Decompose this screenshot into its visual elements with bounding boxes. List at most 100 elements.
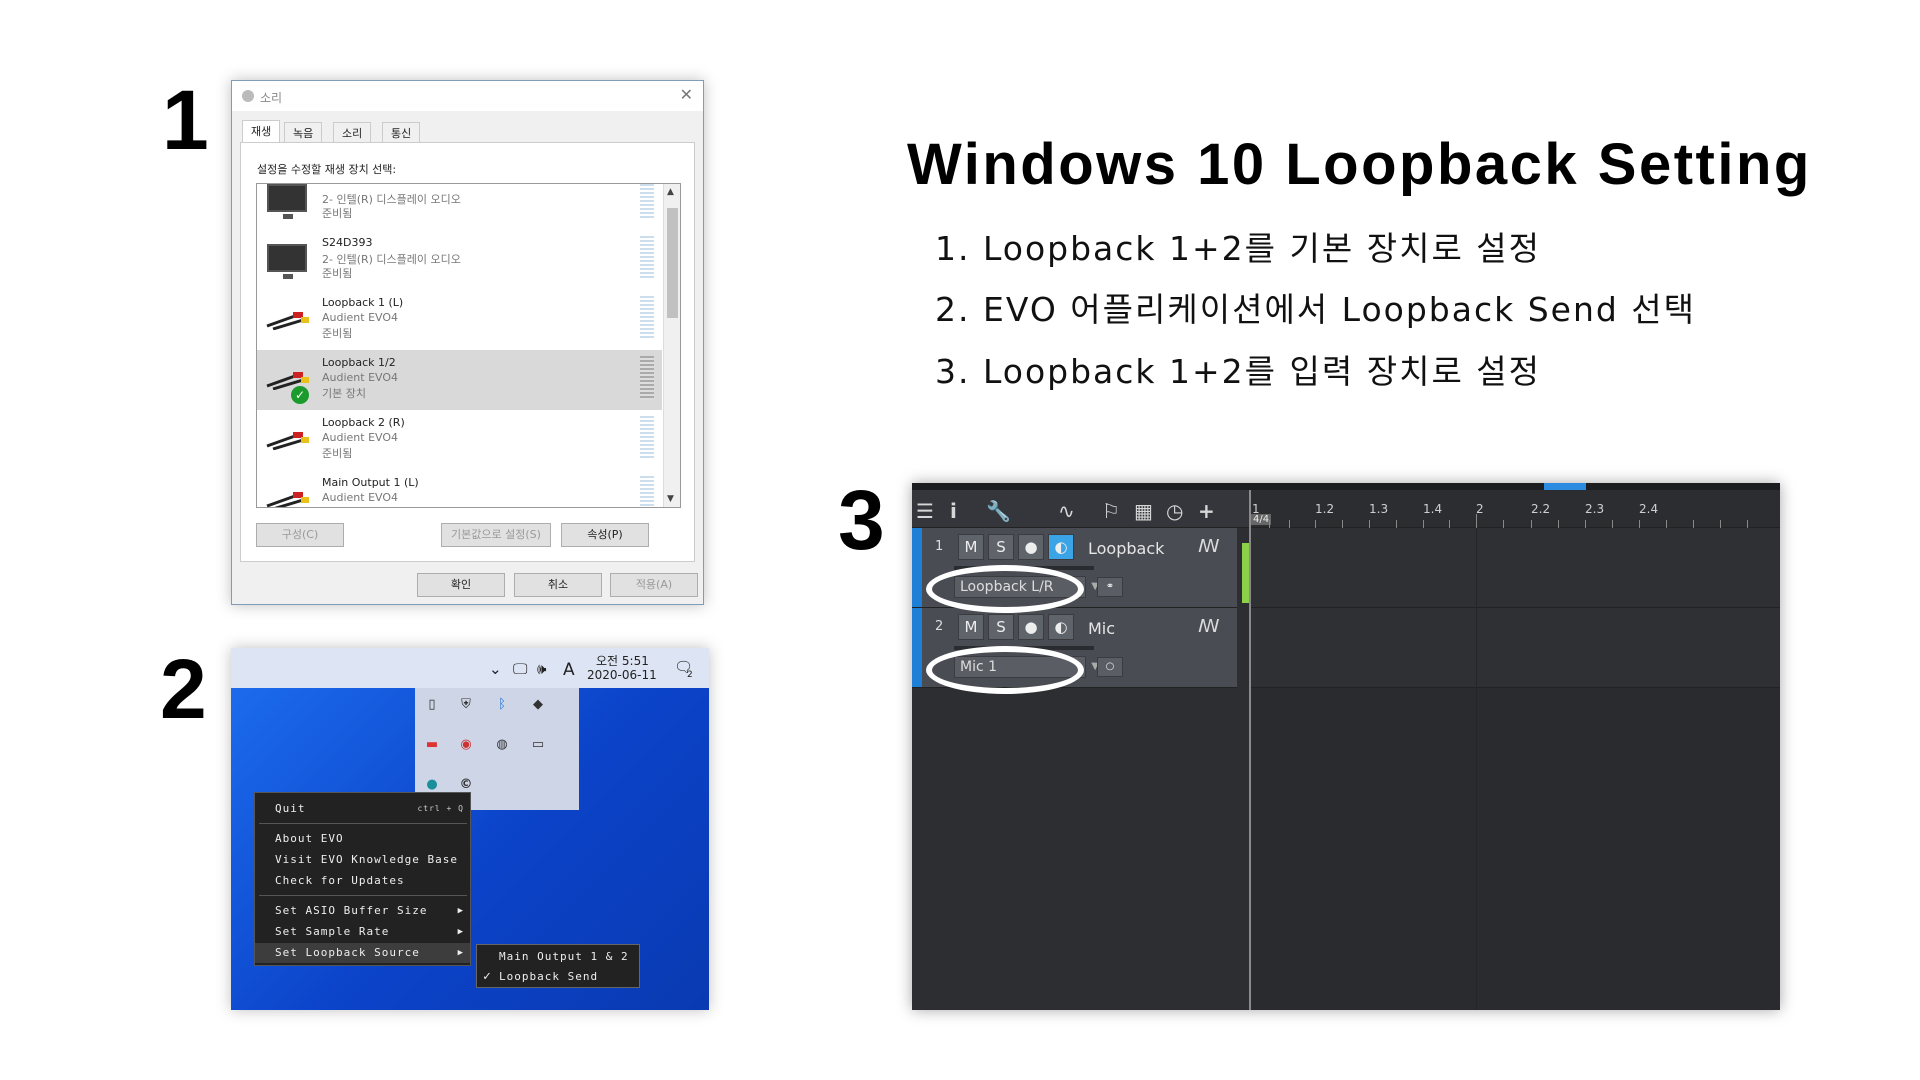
device-item[interactable]: Loopback 2 (R) Audient EVO4 준비됨 — [257, 410, 662, 470]
chevron-up-icon[interactable]: ⌄ — [489, 660, 502, 678]
scroll-down-icon[interactable]: ▼ — [667, 494, 674, 504]
tab-recording[interactable]: 녹음 — [284, 122, 323, 142]
network-icon[interactable]: 🖵 — [513, 660, 527, 678]
device-item[interactable]: Main Output 1 (L) Audient EVO4 — [257, 470, 662, 507]
menu-item-knowledge-base[interactable]: Visit EVO Knowledge Base — [255, 850, 470, 870]
menu-item-loopback-source[interactable]: Set Loopback Source ▶ — [255, 943, 470, 963]
step-text-1: 1. Loopback 1+2를 기본 장치로 설정 — [935, 229, 1542, 268]
taskbar: ⌄ 🖵 🕪 A 오전 5:51 2020-06-11 🗨 2 — [231, 648, 709, 688]
menu-item-label: Loopback Send — [499, 970, 599, 983]
stereo-toggle-icon[interactable]: ⚭ — [1097, 577, 1123, 597]
apply-button[interactable]: 적용(A) — [610, 573, 698, 597]
track-name[interactable]: Mic — [1088, 619, 1115, 638]
disc-icon[interactable]: ◍ — [493, 736, 511, 754]
menu-item-asio-buffer[interactable]: Set ASIO Buffer Size ▶ — [255, 901, 470, 921]
ruler-label: 1.3 — [1369, 502, 1389, 516]
device-status: 준비됨 — [322, 447, 353, 460]
add-track-icon[interactable]: + — [1198, 499, 1215, 523]
flag-icon[interactable]: ▬ — [423, 736, 441, 754]
ruler-label: 2 — [1476, 502, 1484, 516]
marker-icon[interactable]: ⚐ — [1102, 499, 1120, 523]
properties-button[interactable]: 속성(P) — [561, 523, 649, 547]
step-number-3: 3 — [838, 473, 885, 567]
submenu-arrow-icon: ▶ — [457, 948, 464, 958]
record-arm-icon[interactable]: ● — [1018, 534, 1044, 560]
shield-icon[interactable]: ⛨ — [457, 696, 475, 714]
ime-indicator[interactable]: A — [563, 660, 575, 680]
wrench-icon[interactable]: 🔧 — [986, 499, 1011, 523]
windows-desktop: ⌄ 🖵 🕪 A 오전 5:51 2020-06-11 🗨 2 ▯ ⛨ ᛒ ◆ ▬… — [231, 648, 709, 1010]
cancel-button[interactable]: 취소 — [514, 573, 602, 597]
monitor-icon[interactable]: ◐ — [1048, 614, 1074, 640]
track-number: 1 — [935, 539, 944, 554]
mono-toggle-icon[interactable]: ○ — [1097, 657, 1123, 677]
track-name[interactable]: Loopback — [1088, 539, 1164, 558]
tab-communications[interactable]: 통신 — [382, 122, 421, 142]
chat-icon[interactable]: ▭ — [529, 736, 547, 754]
menu-item-quit[interactable]: Quit ctrl + Q — [255, 799, 470, 819]
submenu-item-loopback-send[interactable]: ✓ Loopback Send — [477, 967, 639, 987]
mute-button[interactable]: M — [958, 614, 984, 640]
daw-window: ☰ i 🔧 ∿ ⚐ ▦ ◷ + 1 1.2 1.3 1.4 2 2.2 2.3 … — [912, 483, 1780, 1010]
device-driver: Audient EVO4 — [322, 491, 399, 504]
menu-divider — [259, 823, 467, 824]
level-meter — [640, 416, 654, 460]
arrangement-area[interactable] — [1249, 528, 1780, 1010]
menu-divider — [259, 895, 467, 896]
grid-icon[interactable]: ▦ — [1134, 499, 1153, 523]
device-driver: Audient EVO4 — [322, 311, 399, 324]
menu-item-label: Set Sample Rate — [275, 925, 390, 938]
ok-button[interactable]: 확인 — [417, 573, 505, 597]
ruler-label: 2.4 — [1639, 502, 1659, 516]
device-item[interactable]: 2- 인텔(R) 디스플레이 오디오 준비됨 — [257, 184, 662, 230]
automation-icon[interactable]: ∿ — [1058, 499, 1075, 523]
device-status: 기본 장치 — [322, 387, 366, 400]
device-name: Loopback 1 (L) — [322, 296, 404, 309]
solo-button[interactable]: S — [988, 614, 1014, 640]
track-lane-1[interactable] — [1249, 528, 1780, 608]
record-arm-icon[interactable]: ● — [1018, 614, 1044, 640]
menu-item-about[interactable]: About EVO — [255, 829, 470, 849]
scroll-up-icon[interactable]: ▲ — [667, 187, 674, 197]
info-icon[interactable]: i — [950, 499, 957, 523]
submenu-arrow-icon: ▶ — [457, 927, 464, 937]
close-icon[interactable]: ✕ — [680, 85, 693, 104]
menu-item-check-updates[interactable]: Check for Updates — [255, 871, 470, 891]
track-lane-2[interactable] — [1249, 608, 1780, 688]
solo-button[interactable]: S — [988, 534, 1014, 560]
waveform-icon: ꟿ — [1198, 616, 1220, 637]
track-toolbar: ☰ i 🔧 ∿ ⚐ ▦ ◷ + — [912, 490, 1249, 528]
device-item[interactable]: S24D393 2- 인텔(R) 디스플레이 오디오 준비됨 — [257, 230, 662, 290]
level-meter — [640, 476, 654, 507]
device-list[interactable]: 2- 인텔(R) 디스플레이 오디오 준비됨 S24D393 2- 인텔(R) … — [256, 183, 681, 508]
timeline-ruler[interactable]: 1 1.2 1.3 1.4 2 2.2 2.3 2.4 4/4 — [1249, 490, 1780, 528]
playhead[interactable] — [1249, 490, 1251, 1010]
device-item-selected[interactable]: ✓ Loopback 1/2 Audient EVO4 기본 장치 — [257, 350, 662, 410]
menu-icon[interactable]: ☰ — [916, 499, 934, 523]
device-item[interactable]: Loopback 1 (L) Audient EVO4 준비됨 — [257, 290, 662, 350]
monitor-icon[interactable]: ◐ — [1048, 534, 1074, 560]
scroll-thumb[interactable] — [667, 208, 678, 318]
clock-date[interactable]: 2020-06-11 — [587, 668, 657, 682]
diamond-icon[interactable]: ◆ — [529, 696, 547, 714]
tempo-icon[interactable]: ◷ — [1166, 499, 1183, 523]
input-level-meter — [1242, 543, 1249, 603]
submenu-item-main-output[interactable]: Main Output 1 & 2 — [477, 947, 639, 967]
monitor-icon — [267, 184, 307, 219]
device-list-scrollbar[interactable]: ▲ ▼ — [663, 184, 680, 507]
ruler-label: 2.2 — [1531, 502, 1551, 516]
tab-sounds[interactable]: 소리 — [333, 122, 372, 142]
mute-button[interactable]: M — [958, 534, 984, 560]
set-default-button[interactable]: 기본값으로 설정(S) — [441, 523, 551, 547]
bluetooth-icon[interactable]: ᛒ — [493, 696, 511, 714]
gauge-icon[interactable]: ◉ — [457, 736, 475, 754]
configure-button[interactable]: 구성(C) — [256, 523, 344, 547]
rca-cable-icon — [266, 432, 309, 450]
usb-icon[interactable]: ▯ — [423, 696, 441, 714]
level-meter — [640, 184, 654, 220]
tab-playback[interactable]: 재생 — [242, 120, 281, 143]
menu-item-sample-rate[interactable]: Set Sample Rate ▶ — [255, 922, 470, 942]
volume-icon[interactable]: 🕪 — [537, 660, 546, 678]
clock-time[interactable]: 오전 5:51 — [596, 652, 649, 669]
step-number-2: 2 — [160, 642, 207, 736]
